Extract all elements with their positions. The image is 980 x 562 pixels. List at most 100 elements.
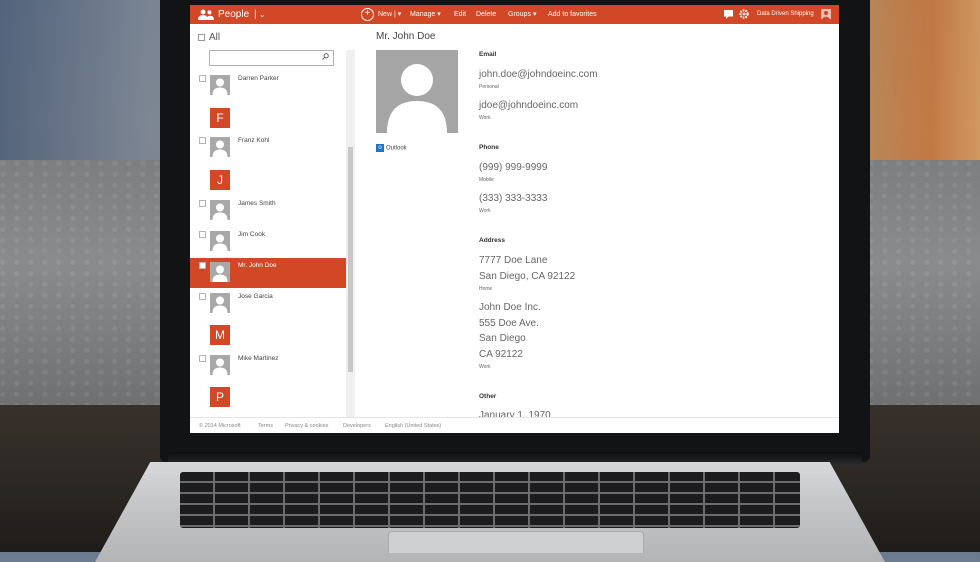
work-address-line2[interactable]: 555 Doe Ave. [479,318,539,329]
select-all-row[interactable]: All [198,32,220,43]
app-switcher-chevron-icon[interactable]: ⌄ [259,5,266,24]
phone-work-label: Work [479,208,491,214]
contact-checkbox[interactable] [199,293,206,300]
contact-list-item[interactable]: Mike Martinez [190,351,346,381]
person-silhouette-icon [212,78,228,95]
title-divider: | [254,9,257,20]
all-label: All [209,32,221,43]
phone-mobile[interactable]: (999) 999-9999 [479,162,547,173]
address-heading: Address [479,237,506,244]
contact-avatar [210,262,230,282]
letter-divider[interactable]: F [210,108,230,128]
contact-list-item[interactable]: Jim Cook [190,227,346,257]
home-address-line2[interactable]: San Diego, CA 92122 [479,271,575,282]
email-heading: Email [479,51,497,58]
source-outlook[interactable]: o Outlook [376,144,407,152]
delete-button[interactable]: Delete [476,5,496,24]
new-plus-icon[interactable]: + [361,8,374,21]
footer-terms-link[interactable]: Terms [258,423,273,429]
letter-divider[interactable]: J [210,170,230,190]
footer-language-link[interactable]: English (United States) [385,423,441,429]
contact-avatar [210,231,230,251]
contact-name: Franz Kohl [238,137,270,144]
work-address-line1[interactable]: John Doe Inc. [479,302,541,313]
contact-checkbox[interactable] [199,355,206,362]
footer-copyright: © 2014 Microsoft [199,423,241,429]
groups-label: Groups [508,11,531,18]
email-personal-label: Personal [479,84,499,90]
contact-list-item[interactable]: Mr. John Doe [190,258,346,288]
chevron-down-icon: ▾ [532,11,537,18]
edit-button[interactable]: Edit [454,5,466,24]
contact-name: Mr. John Doe [238,262,277,269]
select-all-checkbox[interactable] [198,33,205,41]
laptop-trackpad [388,531,644,553]
home-address-label: Home [479,286,493,292]
letter-divider[interactable]: P [210,387,230,407]
person-icon [821,9,831,19]
search-icon[interactable] [322,53,329,60]
new-button[interactable]: New | ▾ [378,5,401,24]
add-to-favorites-button[interactable]: Add to favorites [548,5,597,24]
screen: People | ⌄ + New | ▾ Manage ▾ Edit Delete … [190,5,839,433]
contact-list-item[interactable]: Jose Garcia [190,289,346,319]
gear-icon[interactable] [739,9,749,19]
groups-button[interactable]: Groups ▾ [508,5,536,24]
person-silhouette-icon [212,234,228,251]
contact-checkbox[interactable] [199,262,206,269]
contact-checkbox[interactable] [199,231,206,238]
contact-checkbox[interactable] [199,137,206,144]
contact-list-scrollbar[interactable] [346,50,355,418]
work-address-label: Work [479,364,491,370]
people-icon [198,9,214,20]
contact-name-heading: Mr. John Doe [376,31,436,42]
contact-list-item[interactable]: Franz Kohl [190,133,346,163]
search-input[interactable] [209,50,334,66]
account-avatar[interactable] [821,9,831,19]
other-heading: Other [479,393,497,400]
footer-privacy-link[interactable]: Privacy & cookies [285,423,328,429]
phone-heading: Phone [479,144,499,151]
person-silhouette-icon [212,140,228,157]
new-label: New [378,11,393,18]
phone-work[interactable]: (333) 333-3333 [479,193,547,204]
footer: © 2014 Microsoft Terms Privacy & cookies… [190,417,839,433]
email-personal[interactable]: john.doe@johndoeinc.com [479,69,598,80]
contact-photo [376,50,458,133]
contact-checkbox[interactable] [199,200,206,207]
work-address-line4[interactable]: CA 92122 [479,349,523,360]
chevron-down-icon: ▾ [397,11,402,18]
work-address-line3[interactable]: San Diego [479,333,526,344]
new-separator: | [393,11,396,18]
letter-divider[interactable]: M [210,325,230,345]
email-work[interactable]: jdoe@johndoeinc.com [479,100,578,111]
contact-name: James Smith [238,200,276,207]
person-silhouette-icon [212,358,228,375]
home-address-line1[interactable]: 7777 Doe Lane [479,255,547,266]
footer-developers-link[interactable]: Developers [343,423,371,429]
contact-checkbox[interactable] [199,75,206,82]
app-title[interactable]: People [218,5,249,24]
outlook-icon: o [376,144,384,152]
contact-name: Jim Cook [238,231,266,238]
contact-avatar [210,355,230,375]
chat-icon[interactable] [724,10,733,19]
contact-name: Darren Parker [238,75,279,82]
contact-avatar [210,75,230,95]
manage-button[interactable]: Manage ▾ [410,5,441,24]
person-silhouette-icon [212,203,228,220]
person-silhouette-icon [212,265,228,282]
contact-list-item[interactable]: James Smith [190,196,346,226]
account-name[interactable]: Data Driven Shipping [757,5,814,24]
scrollbar-thumb[interactable] [348,147,353,372]
contact-avatar [210,293,230,313]
contact-list-item[interactable]: Darren Parker [190,71,346,101]
email-work-label: Work [479,115,491,121]
manage-label: Manage [410,11,436,18]
contact-avatar [210,200,230,220]
contact-avatar [210,137,230,157]
phone-mobile-label: Mobile [479,177,494,183]
person-silhouette-icon [387,64,447,133]
top-bar: People | ⌄ + New | ▾ Manage ▾ Edit Delete … [190,5,839,24]
source-label: Outlook [386,145,407,152]
